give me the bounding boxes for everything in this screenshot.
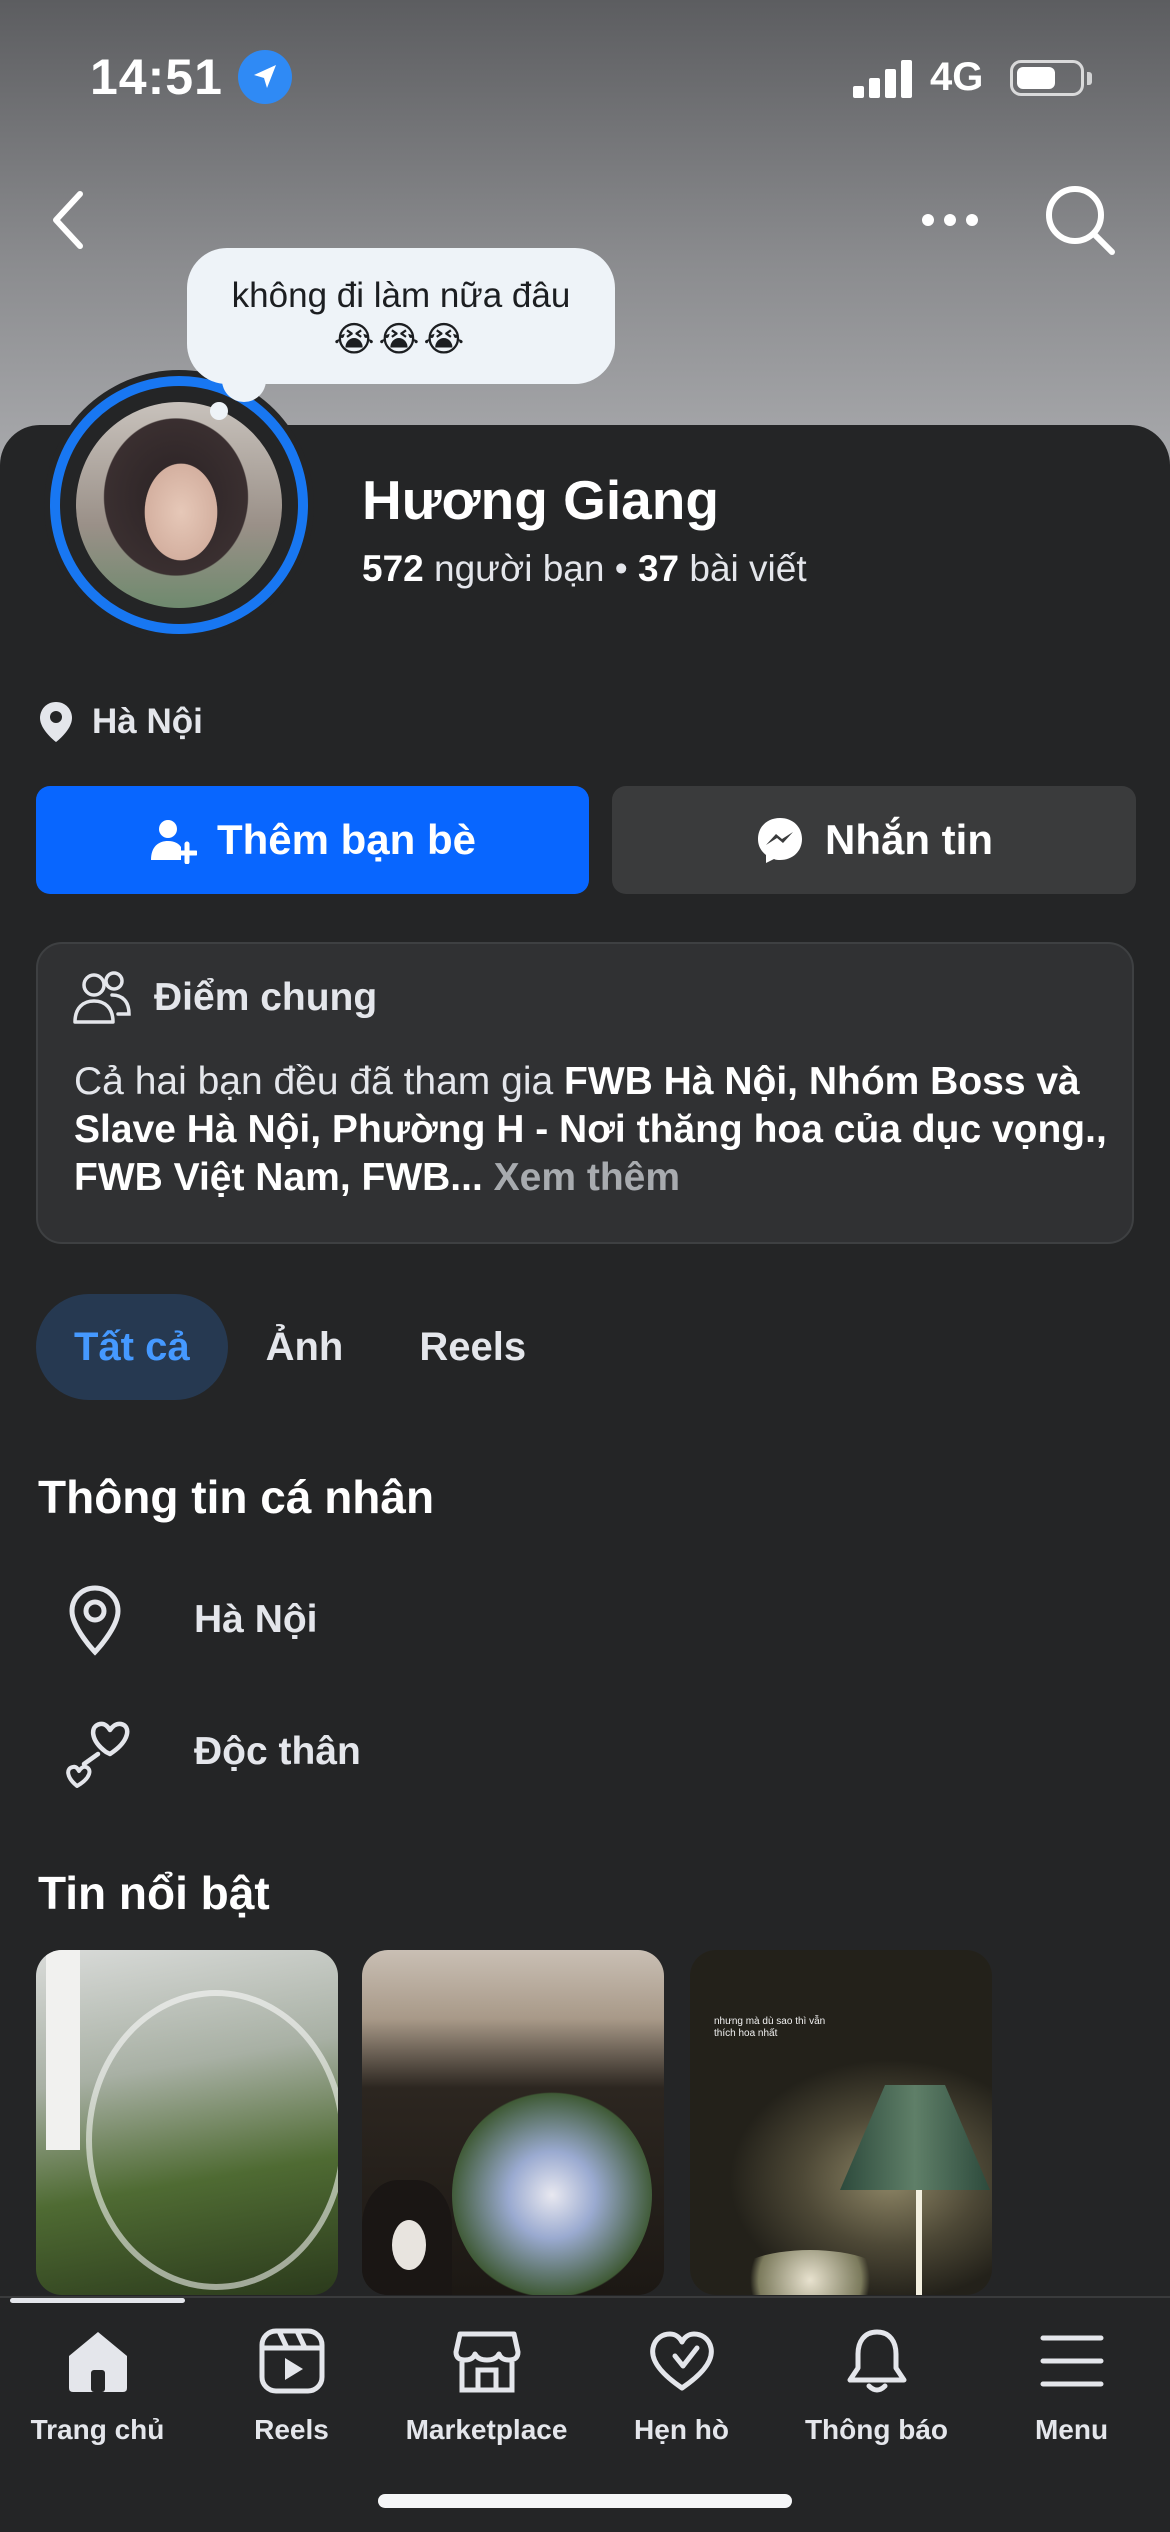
mutual-ellipsis: ... bbox=[450, 1156, 494, 1199]
story-image-detail bbox=[452, 2090, 652, 2295]
bell-icon bbox=[847, 2329, 906, 2393]
nav-home[interactable]: Trang chủ bbox=[0, 2326, 195, 2466]
home-icon bbox=[68, 2332, 127, 2392]
highlights-title: Tin nổi bật bbox=[38, 1867, 270, 1919]
status-note-emoji: 😭😭😭 bbox=[333, 320, 469, 359]
nav-marketplace[interactable]: Marketplace bbox=[389, 2326, 584, 2466]
location-pin-icon bbox=[69, 1585, 121, 1656]
message-label: Nhắn tin bbox=[825, 816, 993, 863]
stats-separator: • bbox=[604, 548, 638, 589]
nav-dating[interactable]: Hẹn hò bbox=[584, 2326, 779, 2466]
nav-dating-label: Hẹn hò bbox=[634, 2414, 729, 2445]
mutual-info-prefix: Cả hai bạn đều đã tham gia bbox=[74, 1060, 565, 1103]
highlight-story[interactable] bbox=[36, 1950, 338, 2295]
story-caption: nhưng mà dù sao thì vẫn thích hoa nhất bbox=[714, 2016, 826, 2039]
back-button[interactable] bbox=[40, 180, 110, 260]
nav-reels-label: Reels bbox=[254, 2414, 329, 2445]
story-image-detail bbox=[730, 2250, 890, 2295]
active-tab-indicator bbox=[10, 2298, 185, 2303]
people-icon bbox=[73, 971, 131, 1024]
personal-info-title: Thông tin cá nhân bbox=[38, 1471, 435, 1523]
add-friend-icon bbox=[150, 820, 197, 864]
status-bar: 14:51 4G bbox=[0, 0, 1170, 150]
search-icon bbox=[1046, 186, 1115, 255]
info-relationship-row: Độc thân bbox=[60, 1714, 361, 1790]
add-friend-button[interactable]: Thêm bạn bè bbox=[36, 786, 589, 894]
profile-stats: 572 người bạn • 37 bài viết bbox=[362, 548, 807, 590]
profile-name: Hương Giang bbox=[362, 469, 719, 531]
location-line: Hà Nội bbox=[38, 698, 203, 746]
tab-all[interactable]: Tất cả bbox=[36, 1294, 228, 1400]
tab-photos[interactable]: Ảnh bbox=[228, 1294, 382, 1400]
nav-reels[interactable]: Reels bbox=[194, 2326, 389, 2466]
mutual-info-header: Điểm chung bbox=[72, 970, 377, 1026]
menu-icon bbox=[1040, 2335, 1103, 2387]
info-location-text: Hà Nội bbox=[194, 1598, 318, 1641]
marketplace-icon bbox=[453, 2331, 520, 2393]
hearts-icon bbox=[66, 1721, 130, 1788]
story-image-detail bbox=[46, 1950, 80, 2150]
status-note-text: không đi làm nữa đâu bbox=[231, 276, 571, 315]
story-image-detail bbox=[840, 2085, 990, 2190]
map-pin-icon bbox=[40, 702, 72, 742]
home-indicator[interactable] bbox=[378, 2494, 792, 2508]
nav-notifications-label: Thông báo bbox=[804, 2414, 949, 2445]
status-time: 14:51 bbox=[90, 49, 223, 105]
reels-icon bbox=[259, 2328, 324, 2394]
story-image-detail bbox=[362, 2180, 452, 2295]
bubble-tail-dot bbox=[210, 402, 228, 420]
nav-marketplace-label: Marketplace bbox=[405, 2414, 568, 2445]
story-image-detail bbox=[86, 1990, 338, 2290]
tab-reels[interactable]: Reels bbox=[381, 1294, 564, 1400]
friends-label[interactable]: người bạn bbox=[424, 548, 604, 589]
nav-home-label: Trang chủ bbox=[30, 2414, 165, 2445]
ellipsis-icon bbox=[922, 214, 978, 226]
content-filter-tabs: Tất cả Ảnh Reels bbox=[36, 1294, 564, 1400]
battery-icon bbox=[1010, 60, 1084, 96]
dating-heart-icon bbox=[649, 2331, 714, 2391]
network-type: 4G bbox=[930, 55, 984, 99]
status-note-bubble[interactable]: không đi làm nữa đâu 😭😭😭 bbox=[187, 248, 615, 384]
cellular-signal-icon bbox=[853, 58, 915, 98]
info-relationship-text: Độc thân bbox=[194, 1730, 361, 1773]
info-location-row: Hà Nội bbox=[60, 1582, 318, 1658]
messenger-icon bbox=[758, 818, 802, 863]
highlight-story[interactable] bbox=[362, 1950, 664, 2295]
location-services-icon bbox=[238, 50, 292, 104]
friends-count[interactable]: 572 bbox=[362, 548, 424, 589]
avatar[interactable] bbox=[76, 402, 282, 608]
nav-menu[interactable]: Menu bbox=[974, 2326, 1169, 2466]
mutual-info-card[interactable]: Điểm chung Cả hai bạn đều đã tham gia FW… bbox=[36, 942, 1134, 1244]
mutual-info-title: Điểm chung bbox=[154, 976, 378, 1019]
posts-label: bài viết bbox=[679, 548, 807, 589]
location-text: Hà Nội bbox=[92, 702, 203, 741]
see-more-link[interactable]: Xem thêm bbox=[494, 1156, 680, 1199]
search-button[interactable] bbox=[1040, 180, 1120, 260]
nav-notifications[interactable]: Thông báo bbox=[779, 2326, 974, 2466]
message-button[interactable]: Nhắn tin bbox=[612, 786, 1136, 894]
highlight-story[interactable]: nhưng mà dù sao thì vẫn thích hoa nhất bbox=[690, 1950, 992, 2295]
chevron-left-icon bbox=[53, 191, 83, 249]
posts-count: 37 bbox=[637, 548, 680, 589]
nav-menu-label: Menu bbox=[1034, 2414, 1109, 2445]
story-image-detail bbox=[916, 2190, 922, 2295]
add-friend-label: Thêm bạn bè bbox=[216, 816, 477, 863]
more-options-button[interactable] bbox=[910, 190, 990, 250]
battery-nub bbox=[1087, 72, 1092, 85]
mutual-info-text: Cả hai bạn đều đã tham gia FWB Hà Nội, N… bbox=[74, 1058, 1114, 1202]
